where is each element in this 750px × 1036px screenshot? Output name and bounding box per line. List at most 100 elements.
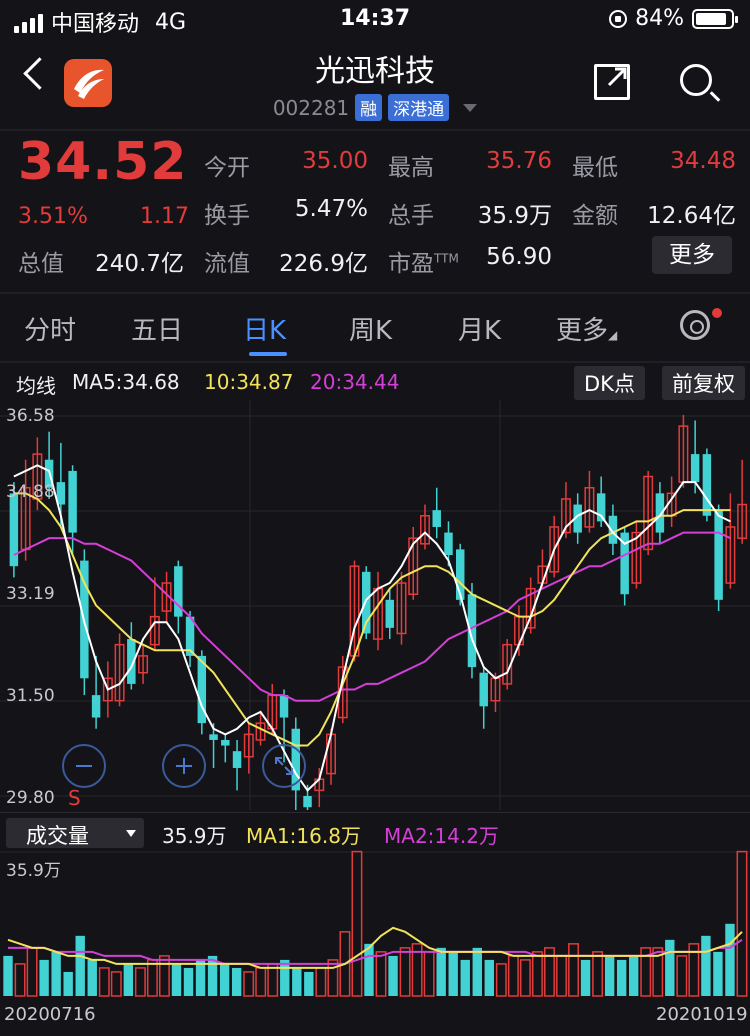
volume-bar (171, 963, 182, 996)
volume-bar (484, 959, 494, 996)
search-icon[interactable] (680, 64, 712, 96)
volume-bar (146, 959, 158, 997)
volume-bar (231, 967, 242, 996)
volume-bar (14, 963, 26, 997)
settings-gear-icon[interactable] (680, 310, 710, 340)
candle-body (303, 796, 312, 808)
mktcap-value: 240.7亿 (95, 251, 184, 277)
candlestick-chart[interactable] (0, 400, 750, 810)
adjust-button[interactable]: 前复权 (662, 366, 745, 400)
ma10-line (13, 492, 731, 747)
candle-body (714, 510, 723, 600)
volume-bar (665, 939, 675, 996)
mktcap-label: 总值 (18, 251, 64, 277)
ma-label: 均线 (16, 374, 56, 398)
volume-bar (460, 959, 470, 996)
battery-percent: 84% (635, 6, 684, 31)
volume-bar (39, 959, 49, 996)
volume-bar (375, 951, 387, 997)
plus-icon (176, 758, 192, 774)
volume-bar (616, 959, 627, 996)
indicator-caret-icon (126, 830, 136, 837)
quote-divider (0, 292, 750, 294)
battery-icon (692, 8, 738, 29)
zoom-out-button[interactable] (62, 744, 106, 788)
share-icon[interactable] (594, 64, 630, 100)
zoom-in-button[interactable] (162, 744, 206, 788)
dk-point-button[interactable]: DK点 (574, 366, 645, 400)
candle-body (479, 672, 488, 707)
turnover-value: 5.47% (294, 196, 368, 222)
volume-bar (292, 967, 302, 996)
carrier-name: 中国移动 (51, 12, 140, 37)
more-button[interactable]: 更多 (652, 236, 732, 274)
volume-bar (134, 967, 146, 997)
y-tick-3: 33.19 (6, 584, 55, 604)
ma20-value: 20:34.44 (310, 370, 400, 394)
stock-code: 002281 (272, 95, 350, 120)
amount-label: 金额 (572, 203, 618, 229)
volume-bar (98, 967, 110, 997)
volume-bar (327, 959, 339, 997)
volume-bar (448, 951, 458, 996)
volume-bar (519, 959, 531, 997)
volume-bar (676, 955, 688, 997)
network-type: 4G (155, 9, 187, 35)
y-tick-2: 34.88 (6, 482, 55, 502)
header-divider (0, 129, 750, 131)
volume-bar (3, 955, 13, 996)
tab-weekly-k[interactable]: 周K (349, 310, 392, 347)
volume-bar (123, 963, 134, 996)
tab-intraday[interactable]: 分时 (24, 310, 76, 347)
date-end: 20201019 (656, 1004, 748, 1025)
indicator-selector[interactable]: 成交量 (6, 818, 144, 848)
expand-icon (275, 757, 293, 775)
tab-daily-k[interactable]: 日K (243, 310, 286, 347)
share-arrow-icon (607, 67, 627, 87)
volume-bar (568, 943, 579, 997)
turnover-label: 换手 (204, 203, 250, 229)
candle-body (279, 695, 289, 718)
tab-five-day[interactable]: 五日 (131, 310, 183, 347)
float-label: 流值 (204, 251, 250, 277)
signal-icon (14, 11, 43, 33)
volume-bar (736, 850, 748, 997)
volume-divider (0, 812, 750, 813)
volume-bar (304, 971, 314, 996)
status-bar: 14:37 中国移动 4G 84% (0, 0, 750, 40)
y-tick-5: 29.80 (6, 788, 55, 808)
volume-chart[interactable] (0, 850, 750, 1000)
tab-more-label: 更多 (556, 316, 609, 346)
volume-value: 35.9万 (477, 203, 552, 229)
tab-more[interactable]: 更多◢ (556, 310, 617, 347)
pe-value: 56.90 (486, 244, 552, 270)
volume-bar (713, 951, 723, 996)
minus-icon (76, 765, 92, 767)
volume-bar (507, 955, 519, 997)
amount-value: 12.64亿 (647, 203, 736, 229)
indicator-selector-label: 成交量 (26, 824, 89, 848)
volume-bar (495, 963, 507, 997)
rotation-lock-icon (609, 9, 628, 28)
volume-ma2: MA2:14.2万 (384, 824, 499, 848)
notification-dot (712, 308, 722, 318)
candle-body (444, 532, 453, 555)
volume-ma1: MA1:16.8万 (246, 824, 361, 848)
volume-bar (472, 947, 482, 996)
candle-body (68, 470, 77, 533)
volume-bar (63, 971, 73, 996)
volume-bar (183, 967, 194, 996)
dropdown-caret-icon[interactable] (463, 103, 478, 112)
volume-bar (423, 951, 435, 997)
candle-body (702, 454, 712, 516)
period-tabs: 分时 五日 日K 周K 月K 更多◢ (0, 296, 750, 360)
volume-bar (315, 967, 327, 997)
fullscreen-button[interactable] (262, 744, 306, 788)
tab-monthly-k[interactable]: 月K (458, 310, 501, 347)
volume-bar (364, 943, 374, 996)
volume-bar (701, 935, 711, 996)
tabs-divider (0, 361, 750, 363)
y-tick-4: 31.50 (6, 686, 55, 706)
volume-bar (219, 963, 230, 996)
float-value: 226.9亿 (279, 251, 368, 277)
